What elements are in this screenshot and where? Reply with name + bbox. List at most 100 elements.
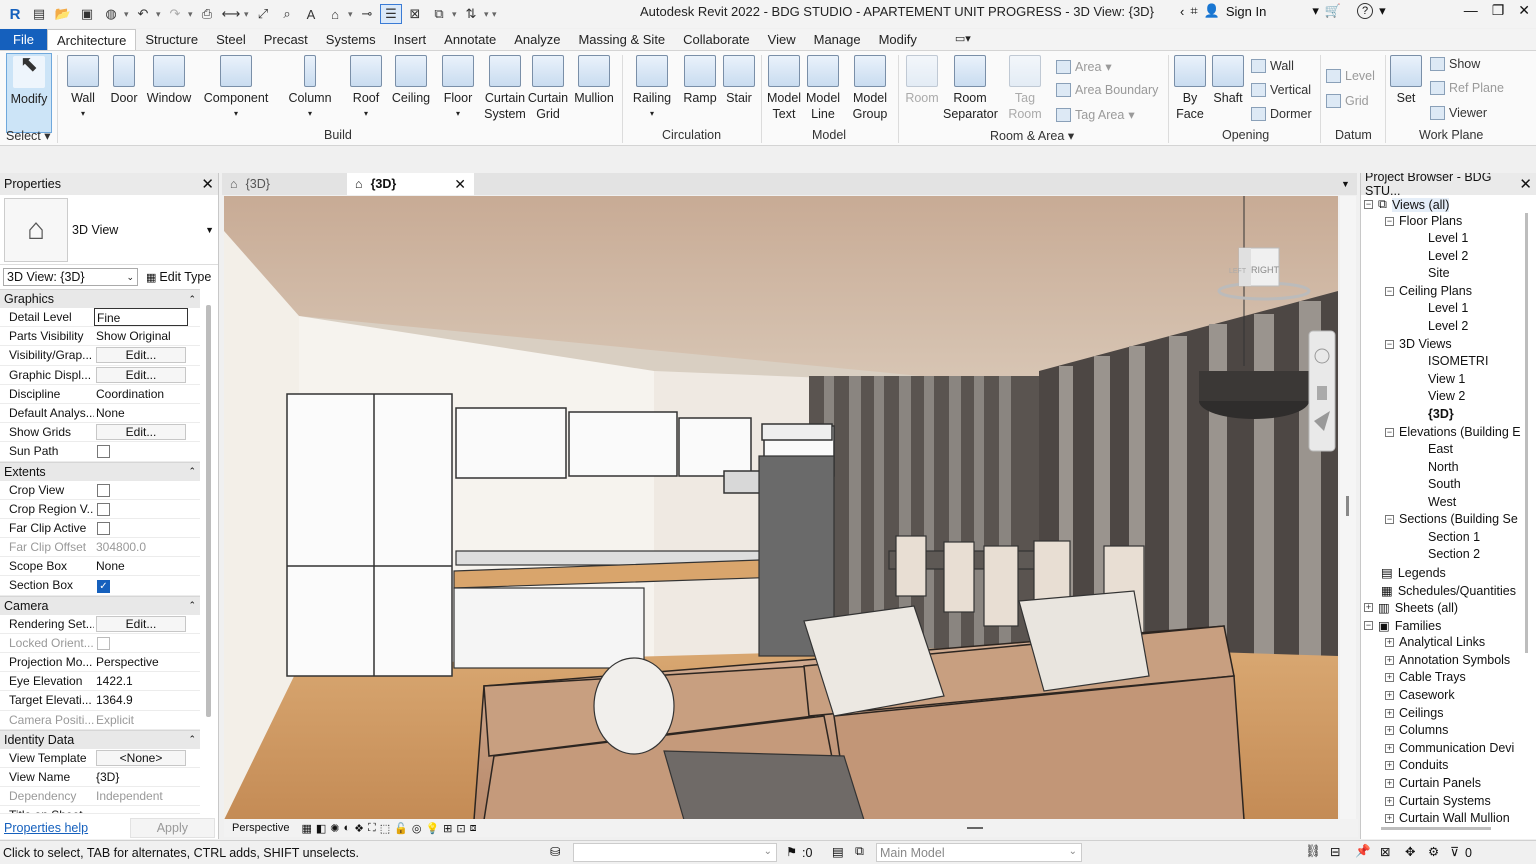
section-icon[interactable]: ⊸ <box>356 4 378 24</box>
parts-visibility-field[interactable]: Show Original <box>94 327 188 345</box>
tree-node-family[interactable]: + Columns <box>1385 723 1448 737</box>
expand-icon[interactable]: + <box>1385 637 1394 647</box>
ramp-button[interactable]: Ramp <box>680 53 720 106</box>
tab-architecture[interactable]: Architecture <box>46 29 137 50</box>
wall-button[interactable]: Wall ▾ <box>62 53 104 122</box>
shadows-icon[interactable]: ◐ <box>344 822 351 834</box>
tab-structure[interactable]: Structure <box>136 29 207 50</box>
expand-icon[interactable]: + <box>1385 743 1394 753</box>
design-options-icon[interactable]: ▤ <box>832 844 844 859</box>
by-face-button[interactable]: By Face <box>1172 53 1208 122</box>
tree-node-current-view[interactable]: {3D} <box>1428 407 1454 421</box>
floor-button[interactable]: Floor ▾ <box>437 53 479 122</box>
room-separator-button[interactable]: Room Separator <box>942 53 998 122</box>
analysis-field[interactable]: None <box>94 404 188 422</box>
sync-icon[interactable]: ◍ <box>100 4 122 24</box>
panel-room-area[interactable]: Room & Area ▾ <box>990 128 1074 143</box>
grid-button[interactable]: Grid <box>1326 94 1369 108</box>
tab-view-3d-active[interactable]: ⌂ {3D} ✕ <box>347 173 474 195</box>
tab-annotate[interactable]: Annotate <box>435 29 505 50</box>
tab-precast[interactable]: Precast <box>255 29 317 50</box>
tab-modify[interactable]: Modify <box>870 29 926 50</box>
door-button[interactable]: Door <box>106 53 142 106</box>
crop-region-icon[interactable]: ⬚ <box>380 822 390 835</box>
select-links-icon[interactable]: ⛓ <box>1305 844 1321 859</box>
room-button[interactable]: Room <box>902 53 942 106</box>
level-button[interactable]: Level <box>1326 69 1375 83</box>
restore-icon[interactable]: ❐ <box>1492 2 1505 19</box>
roof-button[interactable]: Roof ▾ <box>346 53 386 122</box>
chevron-down-icon[interactable]: ▼ <box>205 225 214 235</box>
collapse-icon[interactable]: − <box>1385 514 1394 524</box>
vertical-opening-button[interactable]: Vertical <box>1251 83 1311 97</box>
drag-elements-icon[interactable]: ✥ <box>1405 844 1415 859</box>
revit-logo-icon[interactable]: R <box>4 4 26 24</box>
collapse-icon[interactable]: − <box>1385 427 1394 437</box>
group-camera[interactable]: Camera ⌃ <box>0 595 200 615</box>
tab-systems[interactable]: Systems <box>317 29 385 50</box>
tree-node-family[interactable]: + Ceilings <box>1385 706 1443 720</box>
set-workplane-button[interactable]: Set <box>1389 53 1423 106</box>
mullion-button[interactable]: Mullion <box>571 53 617 106</box>
print-icon[interactable]: ⎙ <box>196 4 218 24</box>
close-icon[interactable]: ✕ <box>201 175 214 193</box>
show-workplane-button[interactable]: Show <box>1430 57 1480 71</box>
reveal-hidden-icon[interactable]: 💡 <box>425 822 439 835</box>
select-underlay-icon[interactable]: ⊟ <box>1330 844 1340 859</box>
tab-massing-site[interactable]: Massing & Site <box>569 29 674 50</box>
editing-requests-icon[interactable]: ⚑ <box>786 844 797 859</box>
close-hidden-windows-icon[interactable]: ⊠ <box>404 4 426 24</box>
dimension-icon[interactable]: ⤢ <box>252 4 274 24</box>
properties-scrollbar[interactable] <box>206 305 211 717</box>
binoculars-icon[interactable]: ⌗ <box>1190 3 1197 19</box>
tree-node[interactable]: Level 1 <box>1428 301 1468 315</box>
browser-scrollbar[interactable] <box>1525 213 1528 653</box>
filter-icon[interactable]: ⊽ <box>1450 844 1459 859</box>
tag-area-button[interactable]: Tag Area ▾ <box>1056 107 1135 122</box>
tab-list-dropdown-icon[interactable]: ▼ <box>1341 173 1357 195</box>
far-clip-checkbox[interactable] <box>97 521 110 535</box>
viewport-scrollbar[interactable] <box>1340 196 1356 820</box>
design-option-dropdown[interactable]: Main Model ⌄ <box>876 843 1082 862</box>
ribbon-display-options-icon[interactable]: ▭▾ <box>946 29 980 50</box>
tag-room-button[interactable]: Tag Room <box>1004 53 1046 122</box>
navigation-bar[interactable] <box>1308 330 1336 452</box>
user-icon[interactable]: 👤 <box>1204 3 1220 19</box>
select-pinned-icon[interactable]: 📌 <box>1355 844 1371 859</box>
tree-node-family[interactable]: + Annotation Symbols <box>1385 653 1510 667</box>
model-text-button[interactable]: Model Text <box>765 53 803 122</box>
dormer-button[interactable]: Dormer <box>1251 107 1312 121</box>
detail-level-field[interactable]: Fine <box>94 308 188 327</box>
select-by-face-icon[interactable]: ⊠ <box>1380 844 1390 859</box>
tree-node[interactable]: Section 1 <box>1428 530 1480 544</box>
background-process-icon[interactable]: ⚙ <box>1428 844 1439 859</box>
tree-node-family[interactable]: + Cable Trays <box>1385 670 1466 684</box>
tree-node[interactable]: West <box>1428 495 1456 509</box>
tab-file[interactable]: File <box>0 29 47 50</box>
visual-style-icon[interactable]: ◧ <box>316 822 326 835</box>
window-button[interactable]: Window <box>144 53 194 106</box>
sign-in-link[interactable]: Sign In <box>1226 4 1266 19</box>
browser-hscrollbar[interactable] <box>1381 827 1491 830</box>
expand-icon[interactable]: + <box>1385 778 1394 788</box>
cart-icon[interactable]: 🛒 <box>1325 3 1341 19</box>
thin-lines-icon[interactable]: ☰ <box>380 4 402 24</box>
tab-insert[interactable]: Insert <box>385 29 436 50</box>
worksets-icon[interactable]: ⛁ <box>550 844 560 859</box>
dropdown-icon[interactable]: ▾ <box>156 6 162 22</box>
tree-node[interactable]: Level 1 <box>1428 231 1468 245</box>
expand-icon[interactable]: + <box>1385 690 1394 700</box>
minimize-icon[interactable]: — <box>1464 2 1478 19</box>
highlight-displacement-icon[interactable]: ⧈ <box>470 822 477 835</box>
home-icon[interactable]: ▤ <box>28 4 50 24</box>
undo-icon[interactable]: ↶ <box>132 4 154 24</box>
switch-windows-icon[interactable]: ⧉ <box>428 4 450 24</box>
instance-filter-dropdown[interactable]: 3D View: {3D} ⌄ <box>3 268 138 286</box>
tree-node-family[interactable]: + Curtain Wall Mullion <box>1385 811 1510 825</box>
redo-icon[interactable]: ↷ <box>164 4 186 24</box>
section-box-checkbox[interactable]: ✓ <box>97 580 110 594</box>
group-graphics[interactable]: Graphics ⌃ <box>0 289 200 308</box>
dropdown-icon[interactable]: ▾ <box>1312 3 1319 19</box>
view-style-label[interactable]: Perspective <box>232 822 297 834</box>
dropdown-icon[interactable]: ▾ <box>124 6 130 22</box>
